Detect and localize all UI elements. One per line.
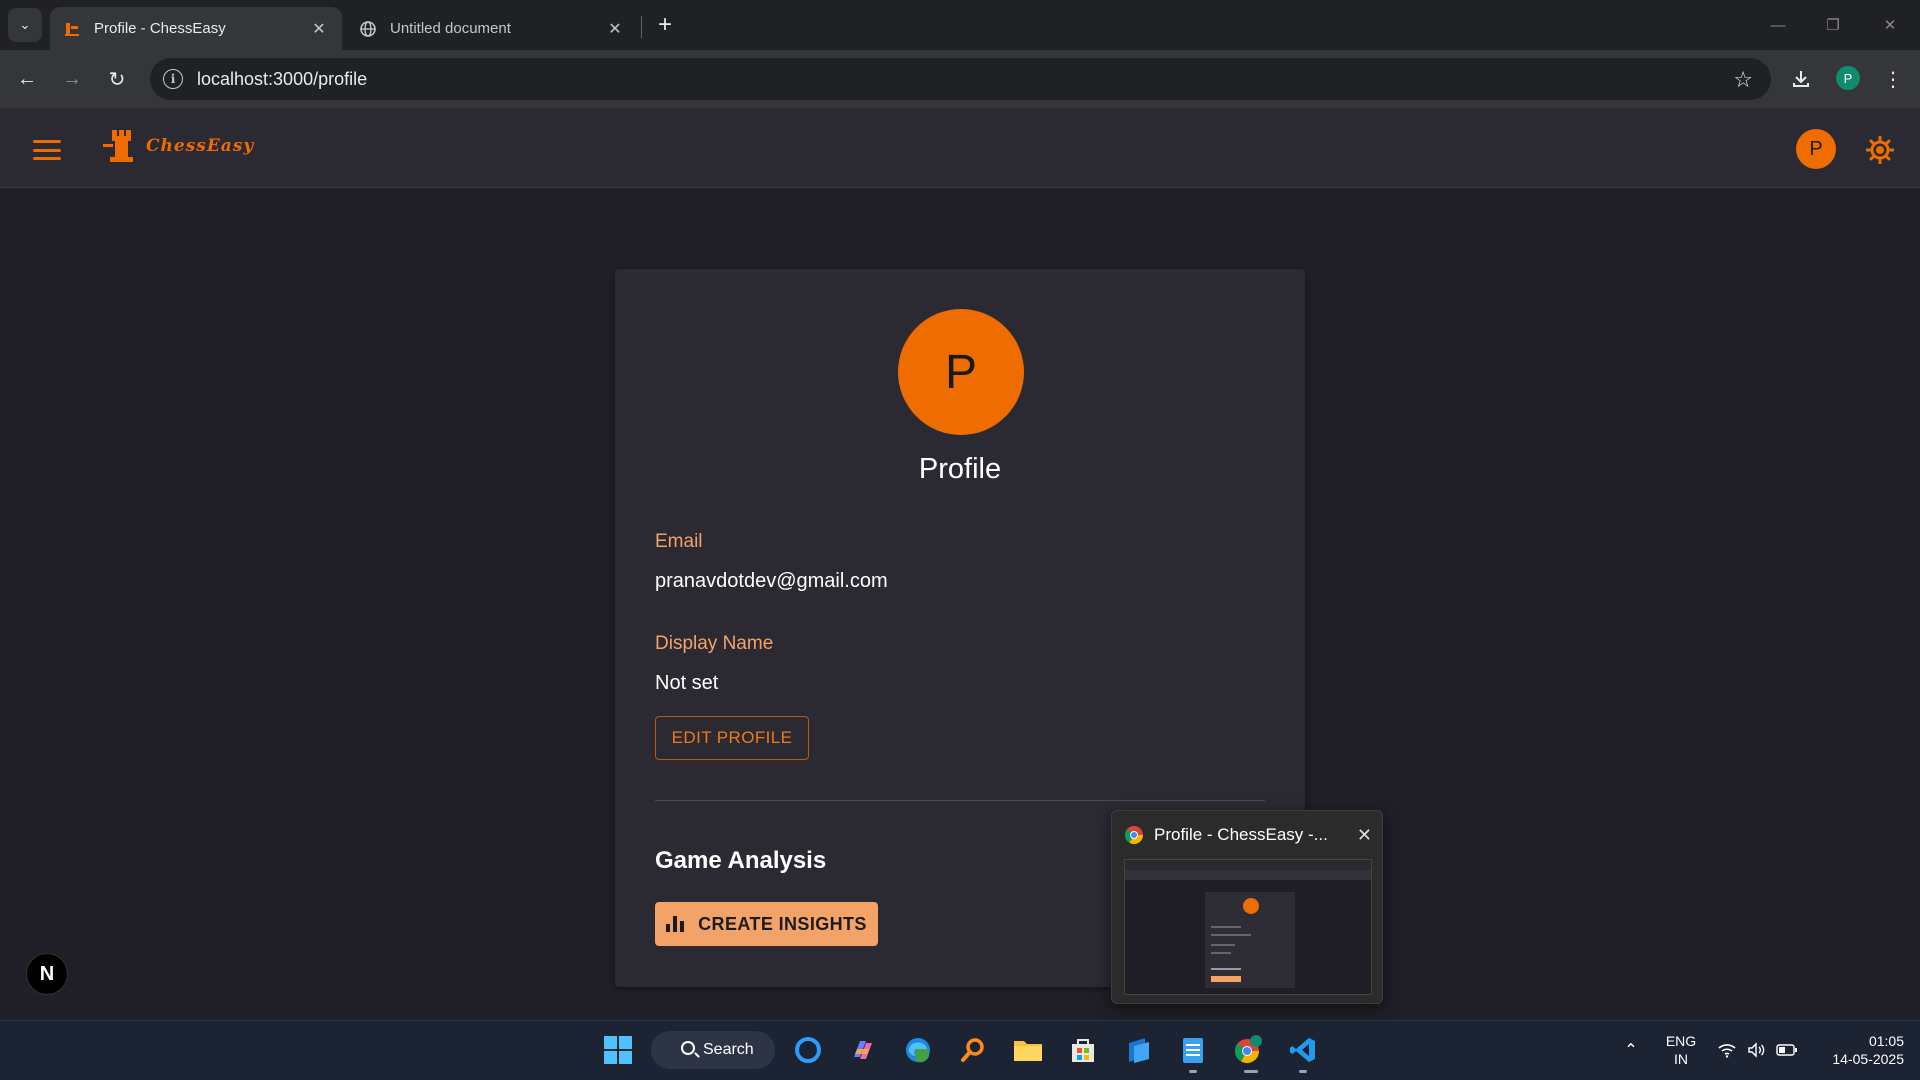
nextjs-dev-badge[interactable]: N [26,953,68,995]
notepad-icon[interactable] [1173,1030,1213,1070]
chrome-taskbar-icon[interactable] [1228,1030,1268,1070]
new-tab-button[interactable]: + [650,10,680,40]
tab-close-icon[interactable]: ✕ [606,19,624,39]
email-value: pranavdotdev@gmail.com [655,570,888,592]
more-menu-icon[interactable]: ⋮ [1877,63,1909,95]
app-blue-icon[interactable] [1118,1030,1158,1070]
preview-thumbnail [1124,859,1372,995]
edge-icon[interactable] [898,1030,938,1070]
address-bar[interactable]: i localhost:3000/profile ☆ [150,58,1771,100]
language-code: ENG [1665,1033,1697,1049]
site-info-icon[interactable]: i [163,69,183,89]
language-indicator[interactable]: ENG IN [1660,1032,1702,1068]
search-app-icon[interactable] [953,1030,993,1070]
reload-icon[interactable]: ↻ [101,63,133,95]
cortana-icon[interactable] [788,1030,828,1070]
tab-untitled-document[interactable]: Untitled document ✕ [346,7,638,50]
window-close-icon[interactable]: ✕ [1870,10,1910,40]
user-avatar[interactable]: P [1796,129,1836,169]
download-icon[interactable] [1785,63,1817,95]
browser-tab-strip: ⌄ Profile - ChessEasy ✕ Untitled documen… [0,0,1920,50]
minimize-icon[interactable]: — [1758,10,1798,40]
url-text: localhost:3000/profile [197,68,368,89]
clock-time: 01:05 [1868,1033,1904,1049]
preview-close-icon[interactable]: ✕ [1357,825,1372,846]
wifi-icon[interactable] [1716,1040,1738,1060]
windows-start-icon[interactable] [598,1030,638,1070]
app-header [0,108,1920,188]
game-analysis-heading: Game Analysis [655,847,827,874]
battery-icon[interactable] [1776,1040,1798,1060]
taskbar-search-label: Search [703,1041,754,1058]
page-title: Profile [918,453,1002,485]
create-insights-label: CREATE INSIGHTS [698,913,867,934]
display-name-value: Not set [655,672,719,694]
taskbar-window-preview[interactable]: Profile - ChessEasy -... ✕ [1111,810,1383,1004]
tab-profile-chesseasy[interactable]: Profile - ChessEasy ✕ [50,7,342,50]
bar-chart-icon [666,916,685,932]
preview-title: Profile - ChessEasy -... [1154,825,1328,844]
tab-close-icon[interactable]: ✕ [310,19,328,39]
clock-date: 14-05-2025 [1832,1051,1904,1067]
copilot-icon[interactable] [843,1030,883,1070]
tab-title: Untitled document [390,20,511,37]
chesseasy-logo[interactable]: ChessEasy [100,126,254,166]
bookmark-star-icon[interactable]: ☆ [1733,67,1753,93]
running-indicator [1189,1070,1197,1073]
restore-icon[interactable]: ❐ [1813,10,1853,40]
microsoft-store-icon[interactable] [1063,1030,1103,1070]
rook-logo-icon [103,130,133,162]
chrome-icon [1125,826,1143,845]
chesseasy-favicon-icon [62,19,82,39]
volume-icon[interactable] [1746,1040,1768,1060]
browser-profile-avatar[interactable]: P [1836,66,1860,90]
clock[interactable]: 01:05 14-05-2025 [1812,1032,1904,1068]
region-code: IN [1674,1051,1688,1067]
email-label: Email [655,531,703,552]
tab-separator [641,16,642,38]
tab-title: Profile - ChessEasy [94,20,226,37]
hamburger-menu-icon[interactable] [33,140,61,160]
forward-arrow-icon[interactable]: → [56,63,88,95]
create-insights-button[interactable]: CREATE INSIGHTS [655,902,878,946]
tray-overflow-chevron-icon[interactable]: ⌃ [1620,1040,1642,1060]
section-divider [655,800,1265,801]
file-explorer-icon[interactable] [1008,1030,1048,1070]
vscode-icon[interactable] [1283,1030,1323,1070]
taskbar-search-button[interactable]: Search [651,1031,775,1069]
edit-profile-button[interactable]: EDIT PROFILE [655,716,809,760]
globe-icon [358,19,378,39]
search-icon [681,1041,695,1055]
profile-avatar: P [898,309,1024,435]
tab-search-button[interactable]: ⌄ [8,8,42,42]
running-indicator [1299,1070,1307,1073]
display-name-label: Display Name [655,633,774,654]
active-indicator [1244,1070,1258,1073]
theme-toggle-sun-icon[interactable] [1862,132,1898,168]
back-arrow-icon[interactable]: ← [11,63,43,95]
logo-text: ChessEasy [146,136,255,156]
